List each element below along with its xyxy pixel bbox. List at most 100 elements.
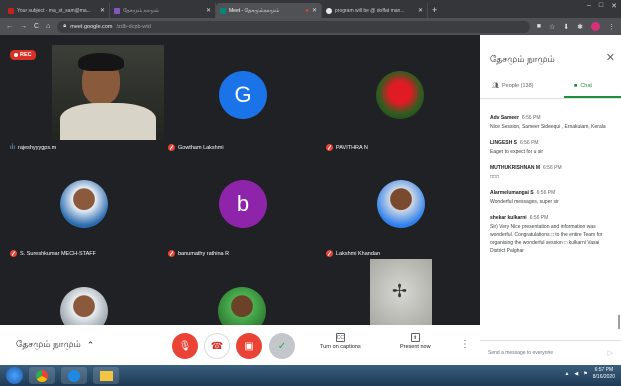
browser-tab[interactable]: Your subject - ma_st_sam@ma... ✕: [4, 3, 110, 18]
close-icon[interactable]: ✕: [606, 51, 615, 64]
activities-button[interactable]: ✓: [269, 333, 295, 359]
flag-icon[interactable]: ⚑: [583, 371, 587, 377]
close-tab-icon[interactable]: ✕: [100, 7, 105, 14]
side-panel: தேசமும் நாமும் ✕ 👥︎ People (138) ■ Chat …: [480, 35, 621, 365]
participant-name: banumathy rathina R: [178, 250, 230, 257]
puzzle-icon[interactable]: ✱: [577, 23, 583, 31]
gmail-favicon-icon: [8, 7, 14, 14]
chat-message: Adv Sameer 6:56 PM Nice Session, Sameer S…: [490, 115, 615, 131]
meeting-name: தேசமும் நாமும்: [16, 339, 81, 349]
profile-avatar[interactable]: [591, 22, 600, 31]
participant-tile[interactable]: G Gowtham Lakshmi: [168, 71, 318, 151]
participant-tile[interactable]: S. Sureshkumar MECH-STAFF: [10, 180, 160, 257]
page-favicon-icon: [114, 7, 120, 14]
os-taskbar: ▲ ◀︎ ⚑ 6:57 PM 8/16/2020: [0, 365, 621, 386]
menu-icon[interactable]: ⋮: [608, 23, 615, 31]
minimize-icon[interactable]: –: [587, 2, 591, 10]
mic-off-icon: 🎙︎: [178, 340, 192, 352]
message-sender: Alarmelumangai S: [490, 190, 534, 196]
avatar: b: [219, 180, 267, 228]
mic-toggle-button[interactable]: 🎙︎: [172, 333, 198, 359]
mic-off-icon: [326, 250, 333, 257]
avatar: [60, 287, 108, 325]
chat-message: MUTHUKRISHNAN M 6:56 PM □□□: [490, 165, 615, 181]
start-button-icon[interactable]: [6, 367, 23, 384]
message-text: Wonderful messages, super sir: [490, 199, 559, 205]
meet-favicon-icon: [220, 7, 226, 14]
browser-tab[interactable]: program will be @ doffat man... ✕: [322, 3, 428, 18]
participant-tile[interactable]: [218, 287, 266, 325]
maximize-icon[interactable]: □: [599, 2, 603, 10]
close-window-icon[interactable]: ✕: [611, 2, 617, 10]
mic-off-icon: [168, 144, 175, 151]
message-time: 6:56 PM: [521, 115, 541, 121]
message-sender: Adv Sameer: [490, 115, 519, 121]
chat-message: Alarmelumangai S 6:56 PM Wonderful messag…: [490, 190, 615, 206]
chrome-taskbar-icon[interactable]: [29, 367, 55, 384]
system-tray: ▲ ◀︎ ⚑ 6:57 PM 8/16/2020: [564, 367, 615, 381]
extension-icon[interactable]: ⬇: [563, 23, 569, 31]
message-text: Sir) Very Nice presentation and informat…: [490, 224, 603, 254]
mic-off-icon: [168, 250, 175, 257]
close-tab-icon[interactable]: ✕: [418, 7, 423, 14]
close-tab-icon[interactable]: ✕: [312, 7, 317, 14]
more-options-icon[interactable]: ⋮: [460, 339, 470, 350]
star-icon[interactable]: ☆: [549, 23, 555, 31]
chevron-up-icon: ⌃: [86, 339, 95, 350]
close-tab-icon[interactable]: ✕: [206, 7, 211, 14]
tab-chat[interactable]: ■ Chat: [574, 83, 592, 89]
address-bar: ← → C ⌂ 🔒︎ meet.google.com/zdb-dcpb-wtd …: [0, 18, 621, 35]
check-icon: ✓: [277, 340, 287, 352]
system-clock[interactable]: 6:57 PM 8/16/2020: [593, 367, 615, 381]
camera-toggle-button[interactable]: ▣: [236, 333, 262, 359]
send-icon[interactable]: ▷: [608, 349, 613, 357]
avatar: [218, 287, 266, 325]
leave-call-button[interactable]: ☎︎: [204, 333, 230, 359]
url-path: /zdb-dcpb-wtd: [116, 23, 151, 30]
lock-icon: 🔒︎: [63, 23, 67, 29]
home-icon[interactable]: ⌂: [46, 23, 50, 30]
message-sender: MUTHUKRISHNAN M: [490, 165, 540, 171]
forward-icon[interactable]: →: [20, 23, 27, 30]
participant-tile[interactable]: ıİı rajeshyyygps.m: [10, 45, 164, 153]
network-icon[interactable]: ▲: [564, 371, 569, 377]
scrollbar[interactable]: [618, 315, 620, 329]
avatar: G: [219, 71, 267, 119]
clock-time: 6:57 PM: [594, 367, 614, 373]
file-explorer-taskbar-icon[interactable]: [93, 367, 119, 384]
chat-message-list: Adv Sameer 6:56 PM Nice Session, Sameer S…: [490, 115, 615, 264]
present-label: Present now: [400, 344, 431, 350]
message-time: 6:56 PM: [536, 190, 556, 196]
browser-tab[interactable]: தேசமும் நாமும் ✕: [110, 3, 216, 18]
volume-icon[interactable]: ◀︎: [574, 371, 578, 377]
reload-icon[interactable]: C: [34, 23, 39, 30]
message-text: □□□: [490, 174, 500, 180]
media-player-taskbar-icon[interactable]: [61, 367, 87, 384]
present-now-button[interactable]: ⬆ Present now: [400, 333, 431, 350]
present-icon: ⬆: [410, 333, 420, 342]
avatar: [376, 71, 424, 119]
recording-label: REC: [20, 52, 32, 58]
new-tab-icon[interactable]: +: [432, 3, 437, 18]
url-field[interactable]: 🔒︎ meet.google.com/zdb-dcpb-wtd: [57, 20, 530, 33]
participant-tile[interactable]: Lakshmi Khandan: [326, 180, 476, 257]
meet-stage: REC ıİı rajeshyyygps.m G Gowtham Lakshmi…: [0, 35, 480, 365]
people-icon: 👥︎: [492, 83, 499, 89]
participant-tile[interactable]: PAVITHRA N: [326, 71, 476, 151]
captions-button[interactable]: CC Turn on captions: [320, 333, 361, 350]
chat-message: shekar kulkarni 6:56 PM Sir) Very Nice pr…: [490, 215, 615, 255]
participant-tile[interactable]: b banumathy rathina R: [168, 180, 318, 257]
tab-people[interactable]: 👥︎ People (138): [492, 83, 533, 89]
meeting-details-button[interactable]: தேசமும் நாமும் ⌃: [16, 339, 94, 351]
chat-message-input[interactable]: [488, 350, 608, 356]
clock-date: 8/16/2020: [592, 374, 615, 380]
browser-tab-active[interactable]: Meet - தேசமும்நாமும் ● ✕: [216, 3, 322, 18]
participant-tile[interactable]: ✢: [370, 259, 432, 325]
captions-icon: CC: [335, 333, 345, 342]
participant-name: PAVITHRA N: [336, 144, 368, 151]
camera-icon[interactable]: ■: [537, 23, 541, 30]
message-text: Nice Session, Sameer Sideequi , Ernakula…: [490, 124, 606, 130]
participant-tile[interactable]: [60, 287, 108, 325]
back-icon[interactable]: ←: [6, 23, 13, 30]
participant-name: rajeshyyygps.m: [18, 145, 57, 151]
